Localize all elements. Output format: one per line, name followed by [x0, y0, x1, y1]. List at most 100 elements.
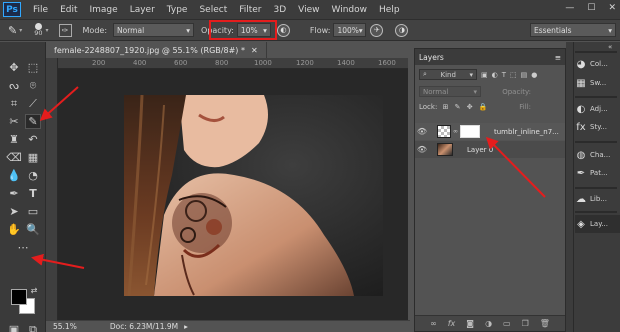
window-controls: — ☐ ✕: [565, 3, 616, 13]
menu-layer[interactable]: Layer: [130, 5, 155, 15]
close-tab-icon[interactable]: ✕: [251, 46, 258, 55]
panel-grip[interactable]: [575, 211, 617, 213]
panel-button-layers[interactable]: ◈ Lay...: [575, 215, 620, 233]
visibility-eye-icon[interactable]: 👁: [415, 127, 429, 136]
dodge-tool-icon[interactable]: ◔: [25, 168, 41, 183]
layers-panel-footer: ∞ fx ◙ ◑ ▭ ❐ 🗑: [415, 315, 565, 331]
panel-button-adjustments[interactable]: ◐ Adj...: [575, 100, 620, 118]
layer-mask-thumbnail[interactable]: [460, 125, 480, 138]
layer-blend-mode-select[interactable]: Normal ▾: [419, 86, 481, 97]
panel-menu-icon[interactable]: ≡: [555, 53, 561, 62]
move-tool-icon[interactable]: ✥: [6, 60, 22, 75]
menu-file[interactable]: File: [33, 5, 48, 15]
stamp-tool-icon[interactable]: ♜: [6, 132, 22, 147]
lasso-tool-icon[interactable]: ᔓ: [6, 78, 22, 93]
visibility-eye-icon[interactable]: 👁: [415, 145, 429, 154]
eraser-tool-icon[interactable]: ⌫: [6, 150, 22, 165]
panel-grip[interactable]: [575, 141, 617, 143]
mode-select[interactable]: Normal ▾: [113, 23, 195, 37]
ruler-tick: 1600: [378, 59, 396, 67]
panel-button-libraries[interactable]: ☁ Lib...: [575, 190, 620, 208]
layers-panel-title[interactable]: Layers: [419, 53, 444, 62]
gradient-tool-icon[interactable]: ▦: [25, 150, 41, 165]
panel-dock-collapsed: [566, 42, 573, 332]
close-button[interactable]: ✕: [608, 3, 616, 13]
crop-tool-icon[interactable]: ⌗: [6, 96, 22, 111]
more-tools-icon[interactable]: ⋯: [15, 240, 31, 255]
marquee-tool-icon[interactable]: ⬚: [25, 60, 41, 75]
panel-grip[interactable]: [575, 187, 617, 189]
menu-edit[interactable]: Edit: [60, 5, 77, 15]
foreground-color-swatch[interactable]: [11, 289, 27, 305]
panel-button-styles[interactable]: fx Sty...: [575, 118, 620, 136]
quick-select-tool-icon[interactable]: ⌾: [25, 78, 41, 93]
screen-mode-icon[interactable]: ⧉: [25, 322, 41, 332]
lock-pixels-icon[interactable]: ⊞: [443, 103, 449, 111]
filter-smart-icon[interactable]: ▤: [521, 71, 528, 79]
menu-image[interactable]: Image: [90, 5, 118, 15]
panel-button-swatches[interactable]: ▦ Sw...: [575, 74, 620, 92]
quick-mask-icon[interactable]: ▣: [6, 322, 22, 332]
lock-paint-icon[interactable]: ✎: [455, 103, 461, 111]
hand-tool-icon[interactable]: ✋: [6, 222, 22, 237]
pressure-size-icon[interactable]: ◑: [395, 23, 409, 37]
swap-colors-icon[interactable]: ⇄: [29, 286, 39, 296]
pen-tool-icon[interactable]: ✒: [6, 186, 22, 201]
panel-grip[interactable]: [575, 96, 617, 98]
filter-pixel-icon[interactable]: ▣: [481, 71, 488, 79]
healing-tool-icon[interactable]: ✂: [6, 114, 22, 129]
lock-move-icon[interactable]: ✥: [467, 103, 473, 111]
menu-select[interactable]: Select: [199, 5, 227, 15]
panel-button-channels[interactable]: ◍ Cha...: [575, 146, 620, 164]
brush-preset-picker[interactable]: 90: [34, 23, 43, 37]
layer-row-tattoo[interactable]: 👁 ∞ tumblr_inline_n7...: [415, 123, 565, 140]
new-layer-icon[interactable]: ❐: [522, 319, 529, 328]
zoom-level[interactable]: 55.1%: [53, 322, 77, 331]
flow-input[interactable]: 100% ▾: [333, 23, 367, 37]
new-group-icon[interactable]: ▭: [503, 319, 511, 328]
chain-link-icon[interactable]: ∞: [453, 128, 458, 135]
filter-shape-icon[interactable]: ⬚: [510, 71, 517, 79]
delete-layer-icon[interactable]: 🗑: [540, 319, 550, 328]
filter-kind-select[interactable]: ⌕ Kind ▾: [419, 69, 477, 80]
panel-grip[interactable]: [575, 51, 617, 53]
menu-window[interactable]: Window: [332, 5, 368, 15]
layer-row-base[interactable]: 👁 Layer 0: [415, 141, 565, 158]
brush-tool-icon[interactable]: ✎: [25, 114, 41, 129]
layer-style-icon[interactable]: fx: [448, 319, 456, 328]
history-brush-tool-icon[interactable]: ↶: [25, 132, 41, 147]
document-tab[interactable]: female-2248807_1920.jpg @ 55.1% (RGB/8#)…: [46, 42, 267, 58]
minimize-button[interactable]: —: [565, 3, 574, 13]
filter-type-icon[interactable]: T: [502, 71, 506, 79]
brush-panel-toggle-icon[interactable]: ✑: [58, 23, 72, 37]
type-tool-icon[interactable]: T: [25, 186, 41, 201]
pressure-opacity-icon[interactable]: ◐: [276, 23, 290, 37]
eyedropper-tool-icon[interactable]: ⟋: [25, 96, 41, 111]
zoom-tool-icon[interactable]: 🔍: [25, 222, 41, 237]
menu-3d[interactable]: 3D: [274, 5, 287, 15]
blur-tool-icon[interactable]: 💧: [6, 168, 22, 183]
maximize-button[interactable]: ☐: [587, 3, 595, 13]
expand-panels-icon[interactable]: «: [608, 43, 612, 51]
workspace-select[interactable]: Essentials ▾: [530, 23, 616, 37]
adjustment-layer-icon[interactable]: ◑: [485, 319, 492, 328]
menu-view[interactable]: View: [298, 5, 319, 15]
filter-toggle-icon[interactable]: ●: [531, 71, 537, 79]
panel-button-paths[interactable]: ✒ Pat...: [575, 164, 620, 182]
lock-all-icon[interactable]: 🔒: [479, 103, 488, 111]
document-photo[interactable]: [124, 95, 383, 296]
brush-tool-icon[interactable]: ✎: [8, 24, 17, 37]
shape-tool-icon[interactable]: ▭: [25, 204, 41, 219]
panel-button-color[interactable]: ◕ Col...: [575, 55, 620, 73]
link-layers-icon[interactable]: ∞: [430, 319, 437, 328]
filter-adjustment-icon[interactable]: ◐: [492, 71, 498, 79]
menu-help[interactable]: Help: [379, 5, 400, 15]
airbrush-icon[interactable]: ✈: [370, 23, 384, 37]
layers-icon: ◈: [577, 218, 585, 230]
menu-filter[interactable]: Filter: [239, 5, 261, 15]
path-select-tool-icon[interactable]: ➤: [6, 204, 22, 219]
add-mask-icon[interactable]: ◙: [466, 319, 474, 328]
status-menu-icon[interactable]: ▸: [184, 322, 188, 331]
menu-type[interactable]: Type: [167, 5, 188, 15]
document-size[interactable]: Doc: 6.23M/11.9M: [110, 322, 178, 331]
